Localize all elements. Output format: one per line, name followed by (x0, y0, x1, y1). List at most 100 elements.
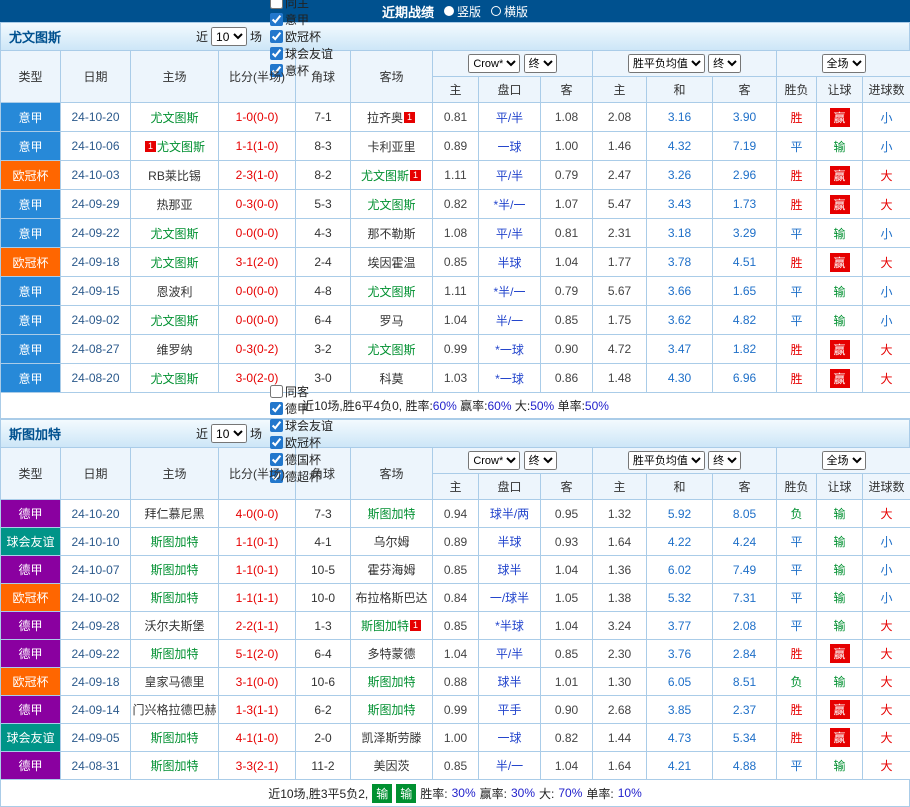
score: 0-0(0-0) (219, 277, 296, 306)
filter-球会友谊[interactable]: 球会友谊 (265, 45, 333, 62)
意甲-checkbox[interactable] (270, 13, 283, 26)
欧冠杯-checkbox[interactable] (270, 30, 283, 43)
vertical-radio[interactable] (444, 6, 454, 16)
fulltime-select[interactable]: 全场 (822, 451, 866, 470)
team-link[interactable]: 斯图加特 (367, 703, 415, 717)
team-link[interactable]: 美因茨 (373, 759, 409, 773)
home-team-cell: RB莱比锡 (131, 161, 219, 190)
wdl-average-select[interactable]: 胜平负均值 (628, 451, 705, 470)
league-badge: 德甲 (1, 640, 61, 668)
team-link[interactable]: 斯图加特 (150, 759, 198, 773)
filter-同主[interactable]: 同主 (265, 0, 333, 11)
handicap-win-badge: 赢 (830, 340, 850, 359)
team-link[interactable]: 凯泽斯劳滕 (361, 731, 421, 745)
match-date: 24-08-31 (61, 752, 131, 780)
team-link[interactable]: 门兴格拉德巴赫 (132, 703, 216, 717)
layout-radio-horizontal[interactable]: 横版 (491, 3, 528, 20)
team-link[interactable]: 尤文图斯 (150, 372, 198, 386)
result-handicap: 赢 (817, 364, 863, 393)
odds-home: 0.85 (433, 556, 479, 584)
filter-欧冠杯[interactable]: 欧冠杯 (265, 28, 333, 45)
team-link[interactable]: 皇家马德里 (144, 675, 204, 689)
horizontal-radio[interactable] (491, 6, 501, 16)
handicap-line: 球半 (479, 556, 541, 584)
德国杯-checkbox[interactable] (270, 453, 283, 466)
col-away: 客场 (351, 51, 433, 103)
odds-company-select[interactable]: Crow* (468, 451, 520, 470)
home-team-cell: 尤文图斯 (131, 248, 219, 277)
odds-home: 0.99 (433, 696, 479, 724)
team-link[interactable]: 尤文图斯 (150, 256, 198, 270)
team-link[interactable]: 尤文图斯 (150, 314, 198, 328)
球会友谊-checkbox[interactable] (270, 419, 283, 432)
wdl-final-select[interactable]: 终 (708, 54, 741, 73)
odds-company-select[interactable]: Crow* (468, 54, 520, 73)
filter-同客[interactable]: 同客 (265, 383, 333, 400)
同主-checkbox[interactable] (270, 0, 283, 9)
team-link[interactable]: 布拉格斯巴达 (355, 591, 427, 605)
match-count-select[interactable]: 10 (211, 424, 247, 443)
fulltime-select[interactable]: 全场 (822, 54, 866, 73)
team-link[interactable]: 斯图加特 (367, 507, 415, 521)
team-link[interactable]: 多特蒙德 (367, 647, 415, 661)
team-link[interactable]: 卡利亚里 (367, 140, 415, 154)
欧冠杯-checkbox[interactable] (270, 436, 283, 449)
europe-draw: 3.43 (647, 190, 713, 219)
team-link[interactable]: 斯图加特 (150, 731, 198, 745)
team-link[interactable]: 尤文图斯 (367, 198, 415, 212)
odds-final-select[interactable]: 终 (524, 451, 557, 470)
result-wdl: 平 (777, 612, 817, 640)
europe-draw: 3.18 (647, 219, 713, 248)
team-link[interactable]: 尤文图斯 (367, 343, 415, 357)
layout-radio-vertical[interactable]: 竖版 (444, 3, 481, 20)
team-link[interactable]: 拉齐奥 (367, 111, 403, 125)
team-link[interactable]: 霍芬海姆 (367, 563, 415, 577)
德甲-checkbox[interactable] (270, 402, 283, 415)
team-link[interactable]: 斯图加特 (150, 563, 198, 577)
team-link[interactable]: 斯图加特 (361, 619, 409, 633)
team-name: 尤文图斯 (9, 27, 61, 46)
team-link[interactable]: 热那亚 (156, 198, 192, 212)
score: 1-1(0-1) (219, 556, 296, 584)
team-link[interactable]: 斯图加特 (150, 535, 198, 549)
team-link[interactable]: 尤文图斯 (361, 169, 409, 183)
filter-意甲[interactable]: 意甲 (265, 11, 333, 28)
odds-home: 0.82 (433, 190, 479, 219)
table-row: 意甲 24-09-15 恩波利 0-0(0-0) 4-8 尤文图斯 1.11 *… (1, 277, 910, 306)
team-link[interactable]: RB莱比锡 (148, 169, 201, 183)
result-goals: 小 (863, 219, 910, 248)
match-date: 24-09-29 (61, 190, 131, 219)
team-link[interactable]: 斯图加特 (367, 675, 415, 689)
odds-final-select[interactable]: 终 (524, 54, 557, 73)
result-wdl: 平 (777, 584, 817, 612)
team-link[interactable]: 尤文图斯 (150, 227, 198, 241)
wdl-final-select[interactable]: 终 (708, 451, 741, 470)
filter-德甲[interactable]: 德甲 (265, 400, 333, 417)
match-count-select[interactable]: 10 (211, 27, 247, 46)
filter-球会友谊[interactable]: 球会友谊 (265, 417, 333, 434)
team-link[interactable]: 尤文图斯 (367, 285, 415, 299)
team-link[interactable]: 乌尔姆 (373, 535, 409, 549)
team-link[interactable]: 拜仁慕尼黑 (144, 507, 204, 521)
odds-away: 0.90 (541, 696, 593, 724)
team-link[interactable]: 斯图加特 (150, 591, 198, 605)
team-link[interactable]: 沃尔夫斯堡 (144, 619, 204, 633)
球会友谊-checkbox[interactable] (270, 47, 283, 60)
team-link[interactable]: 维罗纳 (156, 343, 192, 357)
europe-home: 4.72 (593, 335, 647, 364)
team-link[interactable]: 那不勒斯 (367, 227, 415, 241)
同客-checkbox[interactable] (270, 385, 283, 398)
europe-away: 3.90 (713, 103, 777, 132)
score: 2-3(1-0) (219, 161, 296, 190)
wdl-average-select[interactable]: 胜平负均值 (628, 54, 705, 73)
filter-欧冠杯[interactable]: 欧冠杯 (265, 434, 333, 451)
odds-away: 0.93 (541, 528, 593, 556)
team-link[interactable]: 尤文图斯 (157, 140, 205, 154)
team-link[interactable]: 罗马 (379, 314, 403, 328)
match-rows: 意甲 24-10-20 尤文图斯 1-0(0-0) 7-1 拉齐奥1 0.81 … (1, 103, 910, 393)
team-link[interactable]: 埃因霍温 (367, 256, 415, 270)
team-link[interactable]: 斯图加特 (150, 647, 198, 661)
team-link[interactable]: 恩波利 (156, 285, 192, 299)
team-link[interactable]: 科莫 (379, 372, 403, 386)
team-link[interactable]: 尤文图斯 (150, 111, 198, 125)
